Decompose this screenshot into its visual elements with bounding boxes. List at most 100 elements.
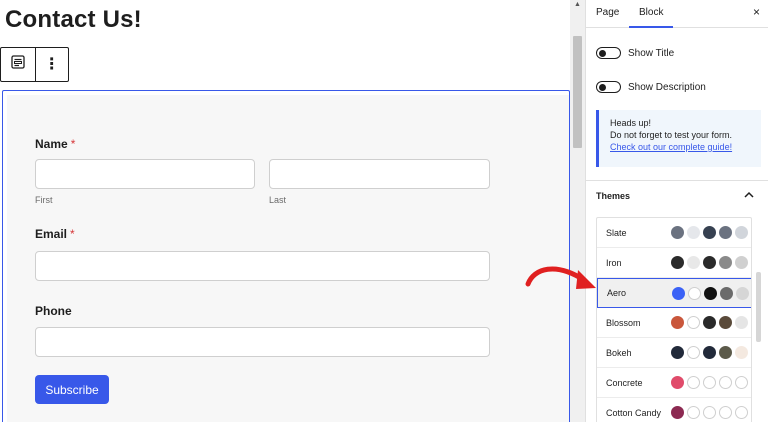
form-block-icon bbox=[11, 55, 25, 74]
email-input[interactable] bbox=[35, 251, 490, 281]
form-block[interactable]: Name * First Last Email * Phone Subscribe bbox=[2, 90, 570, 422]
page-title[interactable]: Contact Us! bbox=[5, 6, 142, 34]
theme-row-iron[interactable]: Iron bbox=[597, 248, 751, 278]
guide-link[interactable]: Check out our complete guide! bbox=[610, 141, 761, 153]
first-name-input[interactable] bbox=[35, 159, 255, 189]
tab-page[interactable]: Page bbox=[596, 7, 619, 18]
color-swatch bbox=[687, 346, 700, 359]
themes-panel-title[interactable]: Themes bbox=[596, 191, 630, 201]
color-swatch bbox=[671, 346, 684, 359]
theme-row-concrete[interactable]: Concrete bbox=[597, 368, 751, 398]
color-swatch bbox=[703, 406, 716, 419]
color-swatch bbox=[736, 286, 749, 300]
color-swatch bbox=[735, 226, 748, 239]
theme-swatches bbox=[672, 286, 749, 300]
color-swatch bbox=[703, 316, 716, 329]
theme-swatches bbox=[671, 316, 748, 329]
show-description-toggle[interactable] bbox=[596, 81, 621, 93]
color-swatch bbox=[671, 226, 684, 239]
theme-swatches bbox=[671, 376, 748, 389]
more-options-button[interactable]: ⋮ bbox=[34, 48, 69, 81]
editor-scroll-thumb[interactable] bbox=[573, 36, 582, 148]
heads-up-notice: Heads up! Do not forget to test your for… bbox=[596, 110, 761, 167]
color-swatch bbox=[671, 376, 684, 389]
active-tab-indicator bbox=[629, 26, 673, 28]
toggle-knob bbox=[599, 49, 606, 57]
phone-input[interactable] bbox=[35, 327, 490, 357]
theme-name: Bokeh bbox=[606, 347, 632, 358]
show-description-label: Show Description bbox=[628, 81, 706, 93]
show-title-toggle[interactable] bbox=[596, 47, 621, 59]
color-swatch bbox=[703, 226, 716, 239]
show-title-label: Show Title bbox=[628, 47, 675, 59]
chevron-up-icon[interactable] bbox=[744, 189, 754, 201]
color-swatch bbox=[735, 346, 748, 359]
close-icon[interactable]: × bbox=[753, 5, 760, 19]
theme-name: Concrete bbox=[606, 377, 643, 388]
email-required-mark: * bbox=[70, 227, 75, 241]
settings-sidebar: Page Block × Show Title Show Description… bbox=[585, 0, 768, 422]
color-swatch bbox=[687, 406, 700, 419]
theme-name: Slate bbox=[606, 227, 627, 238]
theme-row-cotton-candy[interactable]: Cotton Candy bbox=[597, 398, 751, 422]
first-sublabel: First bbox=[35, 195, 53, 205]
editor-canvas: Contact Us! ⋮ Name * First Last Email * … bbox=[0, 0, 570, 422]
color-swatch bbox=[735, 316, 748, 329]
color-swatch bbox=[703, 256, 716, 269]
theme-list: Slate Iron Aero Blossom Bokeh Concrete Cotton … bbox=[596, 217, 752, 422]
scroll-up-arrow-icon[interactable]: ▲ bbox=[573, 0, 582, 9]
theme-swatches bbox=[671, 406, 748, 419]
color-swatch bbox=[719, 316, 732, 329]
phone-label: Phone bbox=[35, 304, 72, 318]
toggle-knob bbox=[599, 83, 606, 91]
theme-row-blossom[interactable]: Blossom bbox=[597, 308, 751, 338]
color-swatch bbox=[719, 346, 732, 359]
theme-swatches bbox=[671, 226, 748, 239]
name-required-mark: * bbox=[70, 137, 76, 151]
email-label: Email * bbox=[35, 227, 75, 241]
name-label: Name * bbox=[35, 137, 75, 151]
panel-divider bbox=[586, 180, 768, 181]
editor-scrollbar[interactable]: ▲ bbox=[570, 0, 585, 422]
show-description-toggle-row[interactable]: Show Description bbox=[596, 80, 706, 94]
email-label-text: Email bbox=[35, 227, 68, 241]
theme-list-scrollbar[interactable] bbox=[756, 272, 761, 342]
last-name-input[interactable] bbox=[269, 159, 490, 189]
color-swatch bbox=[719, 226, 732, 239]
theme-swatches bbox=[671, 346, 748, 359]
theme-swatches bbox=[671, 256, 748, 269]
notice-title: Heads up! bbox=[610, 118, 652, 128]
block-toolbar: ⋮ bbox=[0, 47, 69, 82]
color-swatch bbox=[671, 256, 684, 269]
name-label-text: Name bbox=[35, 137, 68, 151]
form-block-button[interactable] bbox=[1, 48, 35, 81]
color-swatch bbox=[719, 376, 732, 389]
color-swatch bbox=[703, 376, 716, 389]
theme-row-aero[interactable]: Aero bbox=[597, 278, 751, 308]
theme-name: Cotton Candy bbox=[606, 407, 662, 418]
sidebar-tabs: Page Block × bbox=[586, 0, 768, 28]
color-swatch bbox=[672, 286, 685, 300]
color-swatch bbox=[735, 376, 748, 389]
color-swatch bbox=[719, 406, 732, 419]
theme-row-slate[interactable]: Slate bbox=[597, 218, 751, 248]
subscribe-button[interactable]: Subscribe bbox=[35, 375, 109, 404]
editor-screen: Contact Us! ⋮ Name * First Last Email * … bbox=[0, 0, 768, 422]
annotation-arrow-icon bbox=[525, 266, 596, 289]
color-swatch bbox=[704, 286, 717, 300]
last-sublabel: Last bbox=[269, 195, 287, 205]
color-swatch bbox=[687, 376, 700, 389]
more-options-icon: ⋮ bbox=[43, 55, 60, 73]
color-swatch bbox=[720, 286, 733, 300]
theme-row-bokeh[interactable]: Bokeh bbox=[597, 338, 751, 368]
color-swatch bbox=[687, 316, 700, 329]
show-title-toggle-row[interactable]: Show Title bbox=[596, 46, 674, 60]
tab-block[interactable]: Block bbox=[639, 7, 663, 18]
form-preview: Name * First Last Email * Phone Subscribe bbox=[7, 95, 569, 422]
theme-name: Blossom bbox=[606, 317, 641, 328]
color-swatch bbox=[687, 256, 700, 269]
color-swatch bbox=[688, 286, 701, 300]
color-swatch bbox=[719, 256, 732, 269]
color-swatch bbox=[703, 346, 716, 359]
color-swatch bbox=[671, 316, 684, 329]
